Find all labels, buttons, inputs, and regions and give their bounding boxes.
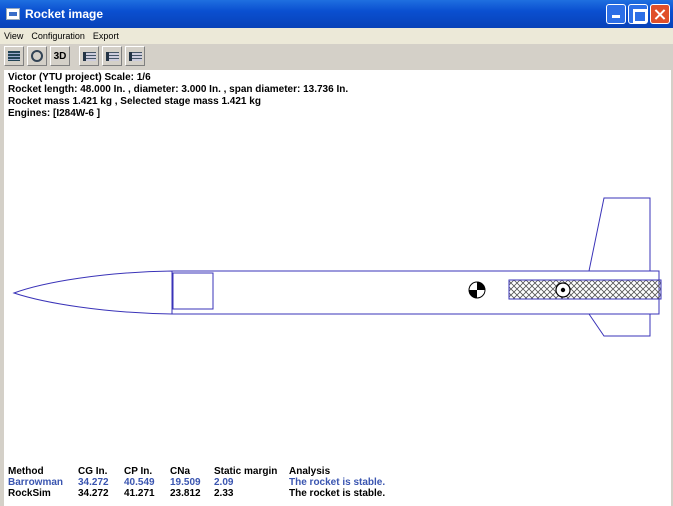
menu-export[interactable]: Export [89, 31, 123, 41]
cell-cp: 40.549 [124, 477, 155, 488]
menu-configuration[interactable]: Configuration [27, 31, 89, 41]
cell-cp: 41.271 [124, 488, 155, 499]
cell-method: RockSim [8, 488, 51, 499]
rocket-upper-fin [588, 197, 651, 272]
rocket-drawing [12, 197, 662, 337]
header-cna: CNa [170, 466, 191, 477]
cell-analysis: The rocket is stable. [289, 477, 386, 488]
rocket-canvas: Victor (YTU project) Scale: 1/6 Rocket l… [4, 70, 671, 506]
front-view-icon [31, 50, 43, 62]
cell-cg: 34.272 [78, 477, 109, 488]
cell-analysis: The rocket is stable. [289, 488, 386, 499]
3d-view-button[interactable]: 3D [50, 46, 70, 66]
minimize-button[interactable] [606, 4, 626, 24]
front-view-button[interactable] [27, 46, 47, 66]
cell-cg: 34.272 [78, 488, 109, 499]
cell-static-margin: 2.09 [214, 477, 234, 488]
cp-marker [555, 282, 571, 298]
header-analysis: Analysis [289, 466, 331, 477]
close-button[interactable] [650, 4, 670, 24]
cell-cna: 23.812 [170, 488, 201, 499]
stability-table: Method CG In. CP In. CNa Static margin A… [8, 466, 385, 499]
rocket-lower-fin [588, 313, 651, 337]
header-cp: CP In. [124, 466, 153, 477]
header-method: Method [8, 466, 44, 477]
side-view-button[interactable] [4, 46, 24, 66]
stage-icon [105, 51, 119, 61]
menu-bar: View Configuration Export [0, 28, 673, 44]
cg-marker [468, 281, 486, 299]
cell-static-margin: 2.33 [214, 488, 234, 499]
rocket-payload-box [172, 272, 214, 310]
toolbar: 3D [4, 46, 145, 68]
side-view-icon [8, 51, 20, 61]
title-bar[interactable]: Rocket image [0, 0, 673, 28]
stage-3-button[interactable] [125, 46, 145, 66]
engine-motor [508, 279, 662, 300]
cell-method: Barrowman [8, 477, 64, 488]
window-title: Rocket image [25, 7, 104, 21]
table-row: Barrowman 34.272 40.549 19.509 2.09 The … [8, 477, 385, 488]
header-cg: CG In. [78, 466, 108, 477]
table-row: RockSim 34.272 41.271 23.812 2.33 The ro… [8, 488, 385, 499]
stage-icon [82, 51, 96, 61]
menu-view[interactable]: View [0, 31, 27, 41]
cell-cna: 19.509 [170, 477, 201, 488]
stage-icon [128, 51, 142, 61]
header-static-margin: Static margin [214, 466, 278, 477]
maximize-button[interactable] [628, 4, 648, 24]
stage-1-button[interactable] [79, 46, 99, 66]
rocket-nose-cone [12, 270, 173, 315]
stage-2-button[interactable] [102, 46, 122, 66]
app-icon [6, 8, 20, 20]
table-header: Method CG In. CP In. CNa Static margin A… [8, 466, 385, 477]
